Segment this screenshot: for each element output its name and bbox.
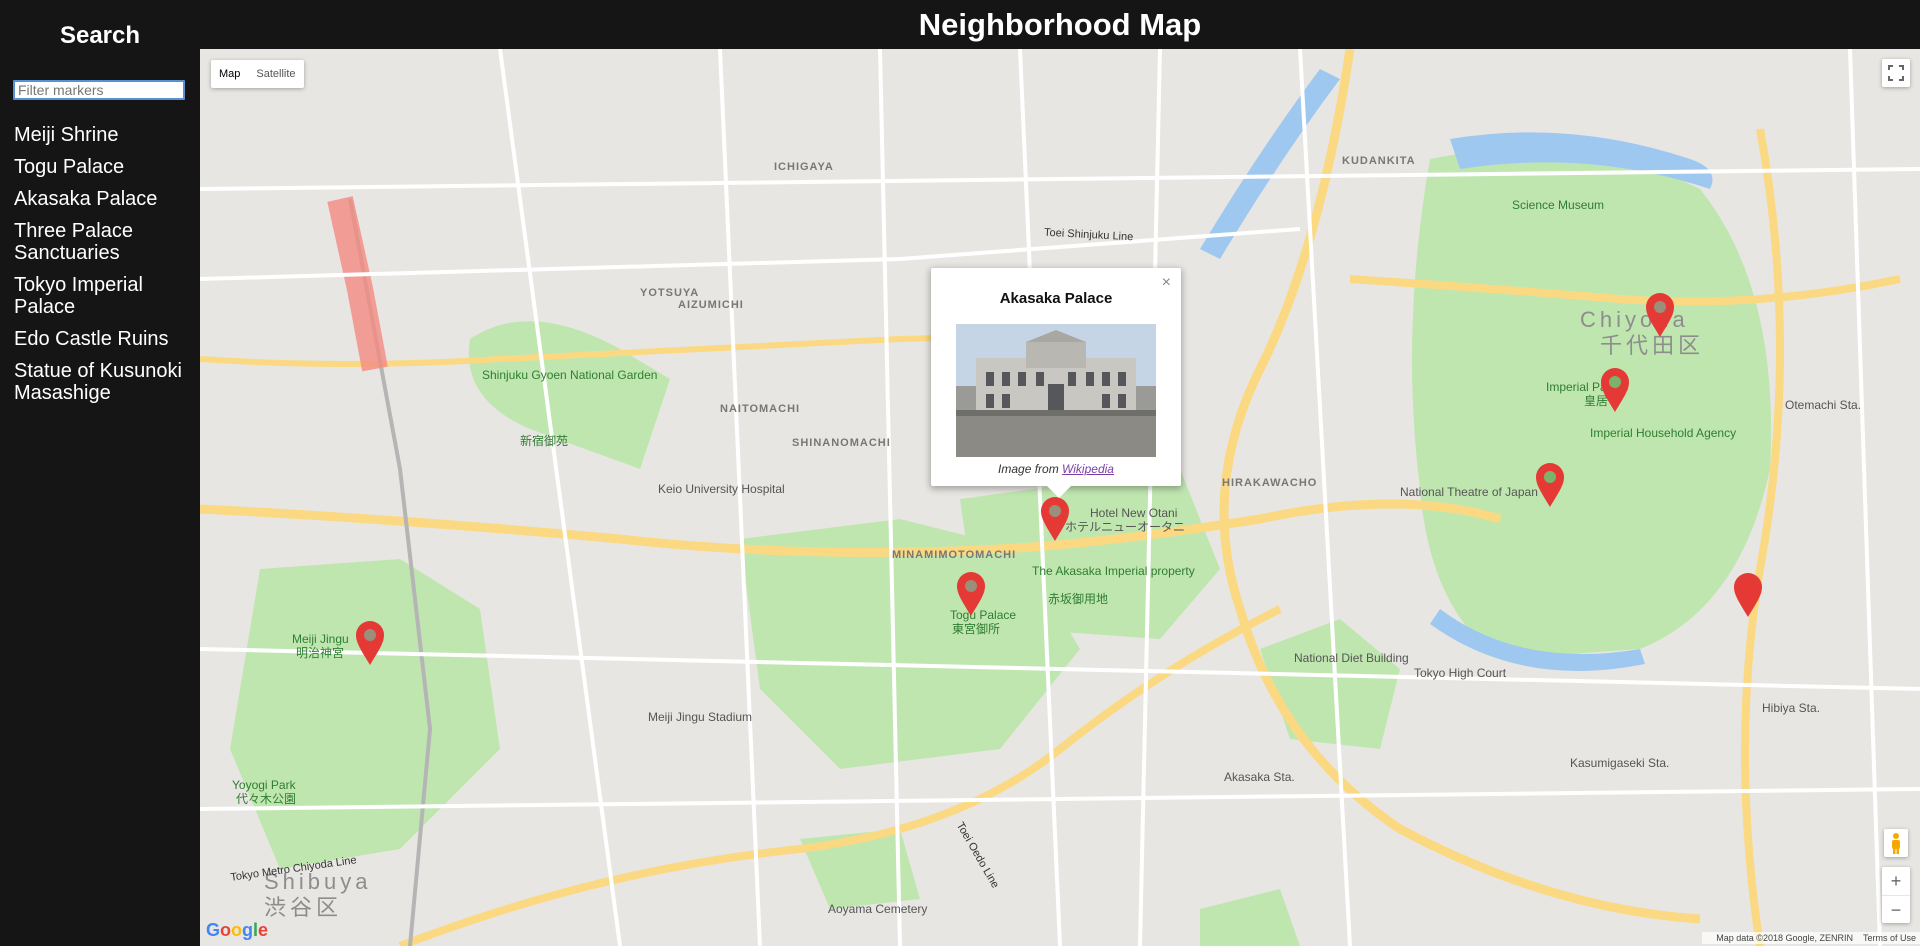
label-aizumichi: AIZUMICHI (678, 299, 744, 311)
label-kudankita: KUDANKITA (1342, 155, 1416, 167)
label-imperial-household: Imperial Household Agency (1590, 426, 1737, 440)
label-yoyogi-park: Yoyogi Park (232, 778, 296, 792)
label-naitomachi: NAITOMACHI (720, 403, 801, 415)
map-data-credit: Map data ©2018 Google, ZENRIN (1716, 933, 1853, 943)
place-item-edo-castle-ruins[interactable]: Edo Castle Ruins (14, 328, 194, 350)
label-keio-hospital: Keio University Hospital (658, 482, 785, 496)
label-kasumigaseki: Kasumigaseki Sta. (1570, 756, 1670, 770)
label-hotel-new-otani-jp: ホテルニューオータニ (1065, 520, 1186, 534)
label-akasaka-property: The Akasaka Imperial property (1032, 564, 1195, 578)
label-shinjuku-gyoen: Shinjuku Gyoen National Garden (482, 368, 658, 382)
label-akasaka-property-jp: 赤坂御用地 (1048, 592, 1109, 606)
fullscreen-button[interactable] (1882, 59, 1910, 87)
marker-icon (1601, 368, 1629, 412)
places-list: Meiji Shrine Togu Palace Akasaka Palace … (14, 124, 194, 414)
marker-meiji-shrine[interactable] (355, 620, 385, 666)
marker-icon (1041, 497, 1069, 541)
page-title: Neighborhood Map (918, 7, 1202, 42)
label-meiji-jingu-stadium: Meiji Jingu Stadium (648, 710, 753, 724)
map-type-satellite-button[interactable]: Satellite (248, 60, 303, 88)
marker-icon (1646, 293, 1674, 337)
label-hibiya: Hibiya Sta. (1762, 701, 1821, 715)
info-window-title: Akasaka Palace (999, 290, 1113, 307)
place-item-akasaka-palace[interactable]: Akasaka Palace (14, 188, 194, 210)
map-type-map-button[interactable]: Map (211, 60, 248, 88)
marker-statue-kusunoki[interactable] (1733, 572, 1763, 618)
label-science-museum: Science Museum (1512, 198, 1605, 212)
header: Neighborhood Map (200, 0, 1920, 49)
sidebar: Search Meiji Shrine Togu Palace Akasaka … (0, 0, 200, 946)
label-hirakawacho: HIRAKAWACHO (1222, 477, 1318, 489)
search-heading: Search (59, 22, 141, 49)
label-shinanomachi: SHINANOMACHI (792, 437, 891, 449)
filter-input[interactable] (13, 80, 185, 100)
label-national-theatre: National Theatre of Japan (1400, 485, 1538, 499)
marker-icon (356, 621, 384, 665)
info-window-caption: Image from Wikipedia (931, 462, 1181, 476)
label-shibuya-jp: 渋谷区 (264, 895, 343, 920)
label-chiyoda-jp: 千代田区 (1600, 333, 1705, 358)
map-canvas[interactable]: Shinjuku Gyoen National Garden 新宿御苑 Meij… (200, 49, 1920, 946)
label-aoyama-cemetery: Aoyama Cemetery (828, 902, 928, 916)
marker-akasaka-palace[interactable] (1040, 496, 1070, 542)
marker-edo-castle-ruins[interactable] (1535, 462, 1565, 508)
marker-icon (1734, 573, 1762, 617)
pegman-icon (1892, 833, 1900, 854)
fullscreen-icon (1888, 65, 1904, 81)
map-type-control: Map Satellite (211, 60, 304, 88)
caption-prefix: Image from (998, 462, 1063, 476)
place-item-meiji-shrine[interactable]: Meiji Shrine (14, 124, 194, 146)
label-hotel-new-otani: Hotel New Otani (1090, 506, 1178, 520)
wikipedia-link[interactable]: Wikipedia (1062, 462, 1114, 476)
label-akasaka-sta: Akasaka Sta. (1224, 770, 1295, 784)
marker-icon (1536, 463, 1564, 507)
label-shinjuku-gyoen-jp: 新宿御苑 (520, 434, 569, 448)
zoom-control: + − (1882, 867, 1910, 923)
marker-three-palace-sanctuaries[interactable] (1645, 292, 1675, 338)
info-window-image (956, 324, 1156, 457)
map-attribution: Map data ©2018 Google, ZENRIN Terms of Us… (1702, 932, 1920, 944)
place-item-three-palace-sanctuaries[interactable]: Three Palace Sanctuaries (14, 220, 194, 264)
label-ichigaya: ICHIGAYA (774, 161, 834, 173)
place-item-statue-kusunoki[interactable]: Statue of Kusunoki Masashige (14, 360, 194, 404)
marker-tokyo-imperial-palace[interactable] (1600, 367, 1630, 413)
zoom-in-icon[interactable]: + (1882, 867, 1910, 895)
label-national-diet: National Diet Building (1294, 651, 1409, 665)
zoom-out-icon[interactable]: − (1882, 895, 1910, 924)
label-meiji-jingu-jp: 明治神宮 (296, 646, 345, 660)
label-togu-palace-jp: 東宮御所 (952, 622, 1001, 636)
street-view-pegman[interactable] (1884, 829, 1908, 857)
marker-togu-palace[interactable] (956, 571, 986, 617)
place-item-togu-palace[interactable]: Togu Palace (14, 156, 194, 178)
marker-icon (957, 572, 985, 616)
label-minamimotomachi: MINAMIMOTOMACHI (892, 549, 1017, 561)
label-otemachi: Otemachi Sta. (1785, 398, 1862, 412)
google-logo: Google (206, 920, 269, 940)
label-yoyogi-park-jp: 代々木公園 (236, 792, 297, 806)
label-tokyo-high-court: Tokyo High Court (1414, 666, 1507, 680)
terms-of-use-link[interactable]: Terms of Use (1863, 933, 1916, 943)
palace-photo (956, 324, 1156, 457)
place-item-tokyo-imperial-palace[interactable]: Tokyo Imperial Palace (14, 274, 194, 318)
info-window: × Akasaka Palace Image from Wikipedia (931, 268, 1181, 498)
label-meiji-jingu: Meiji Jingu (292, 632, 349, 646)
